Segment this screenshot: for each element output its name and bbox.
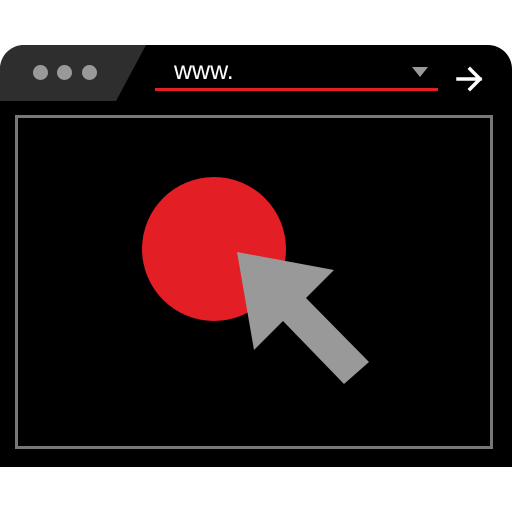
address-bar-underline: [155, 88, 438, 91]
window-control-dot[interactable]: [82, 65, 97, 80]
record-button[interactable]: [142, 177, 286, 321]
window-control-dot[interactable]: [57, 65, 72, 80]
address-bar-input[interactable]: www.: [174, 56, 234, 86]
browser-illustration: www.: [0, 0, 512, 512]
tab-strip: [0, 45, 146, 101]
arrow-right-icon[interactable]: [455, 66, 485, 92]
caret-down-icon[interactable]: [410, 65, 430, 79]
window-control-dot[interactable]: [33, 65, 48, 80]
